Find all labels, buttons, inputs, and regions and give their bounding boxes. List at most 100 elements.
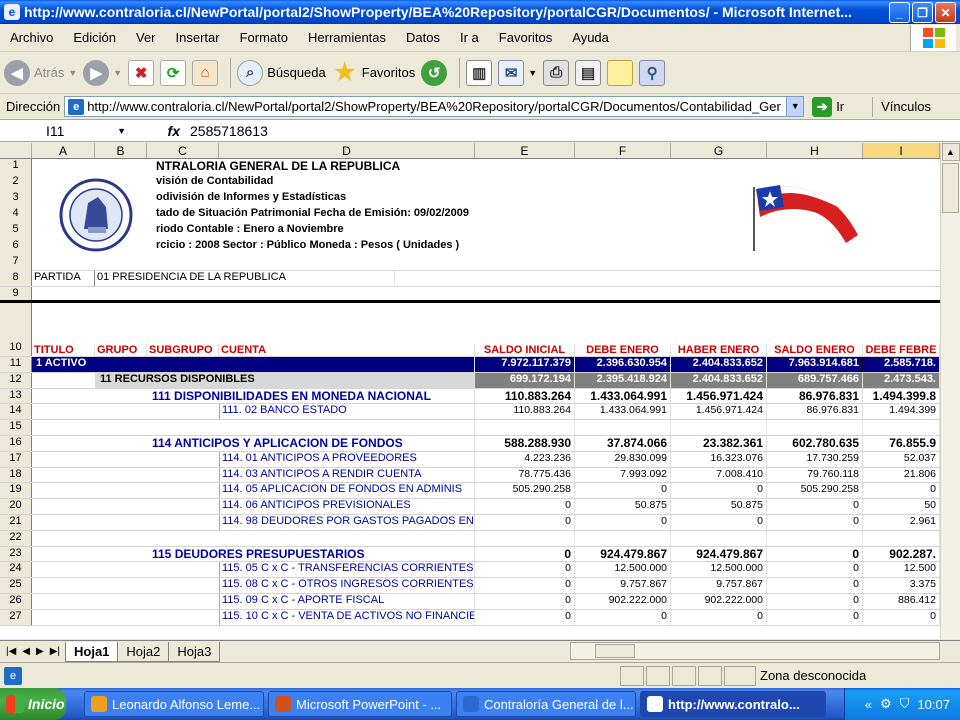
forward-button[interactable]: ▶ ▼ xyxy=(83,59,122,86)
cell-g[interactable]: 1.456.971.424 xyxy=(671,404,767,420)
row-header[interactable]: 9 xyxy=(0,287,32,300)
account-label[interactable]: 1 ACTIVO xyxy=(32,357,475,372)
row-header[interactable]: 14 xyxy=(0,404,32,420)
menu-datos[interactable]: Datos xyxy=(396,30,450,45)
cell-h[interactable]: 17.730.259 xyxy=(767,451,863,467)
account-label[interactable] xyxy=(32,420,475,435)
go-button[interactable]: ➔ Ir xyxy=(812,96,844,117)
chevron-down-icon[interactable]: ▼ xyxy=(68,68,77,78)
refresh-button[interactable]: ⟳ xyxy=(160,59,187,86)
account-label[interactable]: 114. 05 APLICACION DE FONDOS EN ADMINIS xyxy=(32,483,475,499)
row-header[interactable]: 20 xyxy=(0,499,32,514)
row-header[interactable]: 25 xyxy=(0,578,32,593)
column-header-a[interactable]: A xyxy=(32,143,95,158)
cell-h[interactable] xyxy=(767,530,863,546)
cell-f[interactable]: 924.479.867 xyxy=(575,546,671,562)
row-header[interactable]: 27 xyxy=(0,609,32,625)
cell-e[interactable]: 0 xyxy=(475,609,575,625)
taskbar-item-browser[interactable]: http://www.contralo... xyxy=(640,691,826,717)
column-header-e[interactable]: E xyxy=(475,143,575,158)
cell-e[interactable]: 588.288.930 xyxy=(475,435,575,451)
cell-e[interactable]: 699.172.194 xyxy=(475,372,575,388)
account-label[interactable]: 115. 08 C x C - OTROS INGRESOS CORRIENTE… xyxy=(32,578,475,593)
tab-hoja2[interactable]: Hoja2 xyxy=(117,641,170,662)
tab-hoja1[interactable]: Hoja1 xyxy=(65,641,119,662)
cell-h[interactable]: 0 xyxy=(767,593,863,609)
account-label[interactable]: 115. 05 C x C - TRANSFERENCIAS CORRIENTE… xyxy=(32,562,475,578)
account-label[interactable] xyxy=(32,530,475,546)
cell-e[interactable]: 0 xyxy=(475,546,575,562)
select-all-corner[interactable] xyxy=(0,143,32,158)
cell-i[interactable] xyxy=(863,530,940,546)
cell-h[interactable]: 0 xyxy=(767,578,863,593)
favorites-button[interactable]: ★ Favoritos xyxy=(332,59,415,86)
cell-f[interactable]: 1.433.064.991 xyxy=(575,388,671,404)
chevron-down-icon[interactable]: ▼ xyxy=(113,68,122,78)
last-sheet-icon[interactable]: ▶| xyxy=(50,646,60,657)
cell-i[interactable]: 0 xyxy=(863,609,940,625)
account-label[interactable]: 114. 03 ANTICIPOS A RENDIR CUENTA xyxy=(32,467,475,483)
account-label[interactable]: 115 DEUDORES PRESUPUESTARIOS xyxy=(32,546,475,562)
header-debe-febrero[interactable]: DEBE FEBRE xyxy=(863,344,940,356)
cell-e[interactable] xyxy=(475,420,575,435)
name-box[interactable]: I11 ▼ xyxy=(0,121,130,141)
cell-i[interactable]: 2.961 xyxy=(863,514,940,530)
cell-e[interactable]: 0 xyxy=(475,514,575,530)
messenger-button[interactable]: ⚲ xyxy=(639,59,666,86)
cell-g[interactable]: 7.008.410 xyxy=(671,467,767,483)
cell-e[interactable]: 78.775.436 xyxy=(475,467,575,483)
header-subgrupo[interactable]: SUBGRUPO xyxy=(147,344,219,356)
tray-expand-icon[interactable]: « xyxy=(865,697,872,712)
header-saldo-inicial[interactable]: SALDO INICIAL xyxy=(475,344,575,356)
cell-f[interactable] xyxy=(575,530,671,546)
row-header[interactable]: 8 xyxy=(0,271,32,286)
header-debe-enero[interactable]: DEBE ENERO xyxy=(575,344,671,356)
cell-e[interactable]: 110.883.264 xyxy=(475,404,575,420)
row-header[interactable]: 12 xyxy=(0,372,32,388)
cell-i[interactable]: 3.375 xyxy=(863,578,940,593)
cell-e[interactable] xyxy=(475,530,575,546)
row-header[interactable]: 26 xyxy=(0,593,32,609)
print-button[interactable]: ⎙ xyxy=(543,59,570,86)
next-sheet-icon[interactable]: ▶ xyxy=(36,646,44,657)
taskbar-item-contraloria[interactable]: Contraloría General de l... xyxy=(456,691,636,717)
cell-f[interactable]: 2.395.418.924 xyxy=(575,372,671,388)
cell-f[interactable]: 902.222.000 xyxy=(575,593,671,609)
edit-button[interactable]: ▤ xyxy=(575,59,602,86)
cell-g[interactable]: 9.757.867 xyxy=(671,578,767,593)
row-header[interactable]: 2 xyxy=(0,175,31,191)
row-header[interactable]: 17 xyxy=(0,451,32,467)
column-header-f[interactable]: F xyxy=(575,143,671,158)
taskbar-item-powerpoint[interactable]: Microsoft PowerPoint - ... xyxy=(268,691,452,717)
menu-ir-a[interactable]: Ir a xyxy=(450,30,489,45)
cell-i[interactable]: 1.494.399 xyxy=(863,404,940,420)
cell-g[interactable]: 12.500.000 xyxy=(671,562,767,578)
cell-f[interactable]: 50.875 xyxy=(575,499,671,514)
row-header[interactable]: 13 xyxy=(0,388,32,404)
start-button[interactable]: Inicio xyxy=(0,688,66,720)
cell-h[interactable] xyxy=(767,420,863,435)
row-header[interactable]: 6 xyxy=(0,239,31,255)
cell-g[interactable]: 23.382.361 xyxy=(671,435,767,451)
cell-h[interactable]: 0 xyxy=(767,562,863,578)
cell-f[interactable] xyxy=(575,420,671,435)
column-header-d[interactable]: D xyxy=(219,143,475,158)
network-icon[interactable]: ⚙ xyxy=(880,696,892,712)
cell-g[interactable]: 50.875 xyxy=(671,499,767,514)
cell-i[interactable]: 902.287. xyxy=(863,546,940,562)
vertical-scrollbar[interactable]: ▲ xyxy=(940,143,960,639)
cell-e[interactable]: 0 xyxy=(475,499,575,514)
row-header[interactable]: 3 xyxy=(0,191,31,207)
cell-e[interactable]: 0 xyxy=(475,593,575,609)
cell-h[interactable]: 505.290.258 xyxy=(767,483,863,499)
column-header-g[interactable]: G xyxy=(671,143,767,158)
cell-h[interactable]: 0 xyxy=(767,499,863,514)
row-header[interactable]: 1 xyxy=(0,159,31,175)
cell-i[interactable]: 1.494.399.8 xyxy=(863,388,940,404)
horizontal-scrollbar[interactable] xyxy=(570,642,940,660)
links-button[interactable]: Vínculos xyxy=(872,96,931,117)
scroll-up-icon[interactable]: ▲ xyxy=(941,143,960,161)
minimize-button[interactable]: _ xyxy=(889,2,910,23)
cell-i[interactable]: 21.806 xyxy=(863,467,940,483)
cell-e[interactable]: 0 xyxy=(475,562,575,578)
